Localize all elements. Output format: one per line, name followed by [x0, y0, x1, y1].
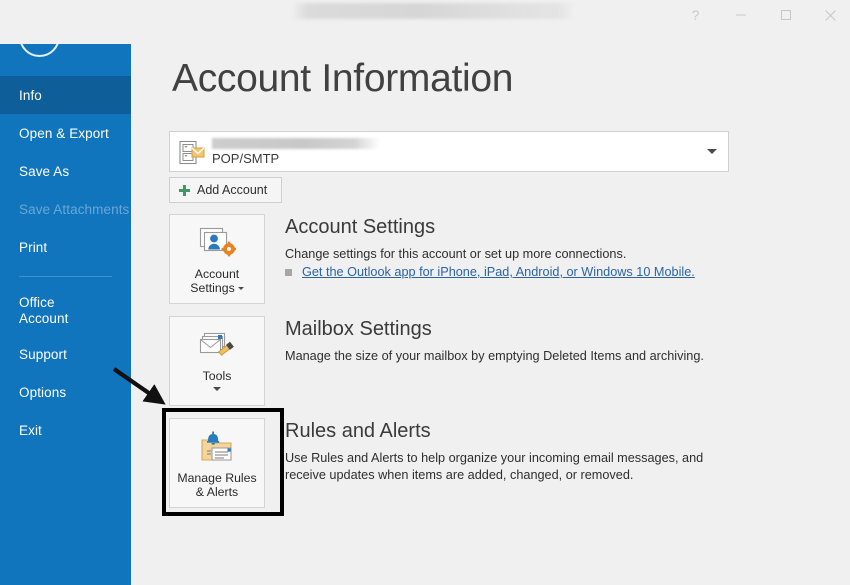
close-icon	[825, 9, 836, 21]
mailbox-tools-icon	[196, 326, 238, 366]
account-type-label: POP/SMTP	[212, 151, 280, 166]
account-name-redacted	[212, 138, 380, 149]
sidebar-item-label: Save Attachments	[19, 201, 130, 217]
chevron-down-icon[interactable]	[237, 287, 244, 290]
account-mail-icon	[179, 140, 205, 165]
backstage-sidebar: Info Open & Export Save As Save Attachme…	[0, 0, 131, 585]
sidebar-item-label-line1: Office	[19, 295, 55, 310]
sidebar-item-options[interactable]: Options	[0, 373, 131, 411]
outlook-app-link[interactable]: Get the Outlook app for iPhone, iPad, An…	[302, 265, 695, 279]
sidebar-item-label: Save As	[19, 163, 70, 179]
maximize-icon	[780, 10, 791, 20]
section-heading: Mailbox Settings	[285, 318, 432, 340]
sidebar-item-open-export[interactable]: Open & Export	[0, 114, 131, 152]
add-account-button[interactable]: Add Account	[169, 177, 282, 203]
tile-label-line2: & Alerts	[195, 485, 239, 499]
chevron-down-icon[interactable]	[213, 387, 221, 391]
page-title: Account Information	[172, 57, 514, 100]
sidebar-item-label-line2: Account	[19, 311, 69, 326]
sidebar-item-label: Exit	[19, 422, 42, 438]
close-button[interactable]	[808, 0, 850, 30]
sidebar-nav: Info Open & Export Save As Save Attachme…	[0, 76, 131, 449]
account-selector[interactable]: POP/SMTP	[169, 131, 729, 172]
sidebar-divider	[19, 276, 112, 277]
sidebar-item-office-account[interactable]: Office Account	[0, 287, 131, 335]
account-settings-tile-label: Account Settings	[190, 267, 244, 295]
tile-label-line1: Manage Rules	[177, 471, 257, 485]
minimize-icon	[735, 14, 746, 16]
chevron-down-icon[interactable]	[707, 149, 717, 154]
sidebar-item-label: Options	[19, 384, 67, 400]
title-bar: ?	[0, 0, 850, 44]
sidebar-item-exit[interactable]: Exit	[0, 411, 131, 449]
main-content: Account Information POP/SMTP Add Account	[131, 0, 850, 585]
section-description: Manage the size of your mailbox by empty…	[285, 349, 704, 363]
mailbox-tools-tile-label: Tools	[203, 369, 232, 383]
sidebar-item-save-attachments: Save Attachments	[0, 190, 131, 228]
sidebar-item-support[interactable]: Support	[0, 335, 131, 373]
help-button[interactable]: ?	[673, 0, 718, 30]
maximize-button[interactable]	[763, 0, 808, 30]
sidebar-item-save-as[interactable]: Save As	[0, 152, 131, 190]
section-heading: Rules and Alerts	[285, 420, 431, 442]
account-settings-tile[interactable]: Account Settings	[169, 214, 265, 304]
minimize-button[interactable]	[718, 0, 763, 30]
sidebar-item-label: Print	[19, 239, 48, 255]
sidebar-item-label: Info	[19, 87, 42, 103]
sidebar-item-print[interactable]: Print	[0, 228, 131, 266]
rules-alerts-icon	[196, 428, 238, 468]
section-mailbox-settings: Tools Mailbox Settings Manage the size o…	[169, 316, 789, 408]
rules-alerts-tile[interactable]: Manage Rules & Alerts	[169, 418, 265, 508]
sidebar-item-info[interactable]: Info	[0, 76, 131, 114]
tile-label-line1: Account	[194, 267, 240, 281]
sidebar-item-label: Support	[19, 346, 67, 362]
section-heading: Account Settings	[285, 216, 436, 238]
add-account-label: Add Account	[197, 183, 268, 197]
tile-label-line2: Settings	[190, 281, 235, 295]
section-description: Change settings for this account or set …	[285, 247, 627, 261]
window-title-redacted	[291, 3, 574, 19]
sidebar-item-label: Open & Export	[19, 125, 109, 141]
section-description: Use Rules and Alerts to help organize yo…	[285, 451, 704, 482]
account-settings-icon	[196, 224, 238, 264]
plus-icon	[179, 184, 190, 196]
rules-alerts-tile-label: Manage Rules & Alerts	[177, 471, 256, 499]
tile-label-line1: Tools	[202, 369, 232, 383]
bullet-square-icon	[285, 268, 292, 276]
help-icon: ?	[691, 7, 700, 23]
section-link-row: Get the Outlook app for iPhone, iPad, An…	[285, 265, 695, 279]
section-account-settings: Account Settings Account Settings Change…	[169, 214, 789, 306]
mailbox-tools-tile[interactable]: Tools	[169, 316, 265, 406]
section-rules-and-alerts: Manage Rules & Alerts Rules and Alerts U…	[169, 418, 789, 510]
